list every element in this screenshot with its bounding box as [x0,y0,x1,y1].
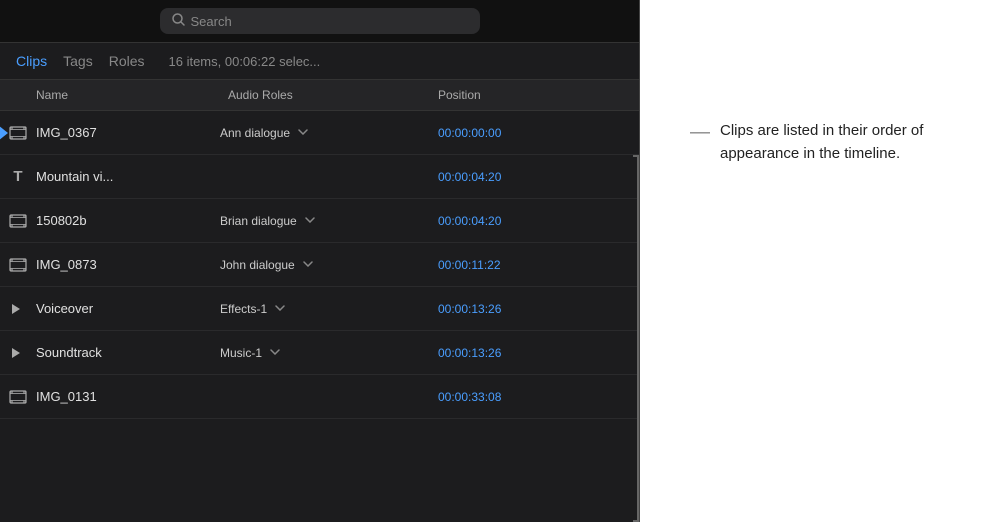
search-icon [172,13,185,29]
audio-icon [0,302,36,316]
audio-role-label: Effects-1 [220,302,267,316]
audio-role-label: Ann dialogue [220,126,290,140]
main-container: Search Clips Tags Roles 16 items, 00:06:… [0,0,1004,522]
search-bar: Search [0,0,639,43]
table-row[interactable]: 150802bBrian dialogue 00:00:04:20 [0,199,639,243]
tabs-bar: Clips Tags Roles 16 items, 00:06:22 sele… [0,43,639,80]
header-name: Name [0,86,220,104]
row-position: 00:00:04:20 [430,170,580,184]
row-audio-role[interactable]: Ann dialogue [220,126,430,140]
table-row[interactable]: IMG_0367Ann dialogue 00:00:00:00 [0,111,639,155]
row-position: 00:00:11:22 [430,258,580,272]
dropdown-arrow-icon[interactable] [298,127,308,138]
film-icon [0,390,36,404]
audio-icon [0,346,36,360]
dropdown-arrow-icon[interactable] [305,215,315,226]
search-placeholder: Search [191,14,232,29]
row-audio-role[interactable]: Brian dialogue [220,214,430,228]
row-clip-name: Mountain vi... [36,169,220,184]
table-row[interactable]: VoiceoverEffects-1 00:00:13:26 [0,287,639,331]
annotation-panel: — Clips are listed in their order of app… [640,0,1004,522]
row-clip-name: 150802b [36,213,220,228]
tab-tags[interactable]: Tags [63,51,93,71]
tab-clips[interactable]: Clips [16,51,47,71]
row-position: 00:00:00:00 [430,126,580,140]
audio-role-label: Music-1 [220,346,262,360]
row-clip-name: Soundtrack [36,345,220,360]
table-body: IMG_0367Ann dialogue 00:00:00:00 TMountain… [0,111,639,522]
row-position: 00:00:13:26 [430,302,580,316]
table-row[interactable]: IMG_0131 00:00:33:08 [0,375,639,419]
table-row[interactable]: SoundtrackMusic-1 00:00:13:26 [0,331,639,375]
audio-role-label: John dialogue [220,258,295,272]
row-position: 00:00:33:08 [430,390,580,404]
row-position: 00:00:04:20 [430,214,580,228]
film-icon [0,214,36,228]
tab-info: 16 items, 00:06:22 selec... [169,54,321,69]
table-header: Name Audio Roles Position [0,80,639,111]
row-clip-name: IMG_0131 [36,389,220,404]
row-clip-name: IMG_0873 [36,257,220,272]
row-audio-role[interactable]: John dialogue [220,258,430,272]
dropdown-arrow-icon[interactable] [275,303,285,314]
header-position: Position [430,86,580,104]
text-icon: T [0,168,36,185]
audio-role-label: Brian dialogue [220,214,297,228]
tab-roles[interactable]: Roles [109,51,145,71]
dropdown-arrow-icon[interactable] [270,347,280,358]
row-audio-role[interactable]: Music-1 [220,346,430,360]
row-clip-name: IMG_0367 [36,125,220,140]
film-icon [0,258,36,272]
row-audio-role[interactable]: Effects-1 [220,302,430,316]
dropdown-arrow-icon[interactable] [303,259,313,270]
table-row[interactable]: IMG_0873John dialogue 00:00:11:22 [0,243,639,287]
row-clip-name: Voiceover [36,301,220,316]
search-wrapper[interactable]: Search [160,8,480,34]
header-audio-roles: Audio Roles [220,86,430,104]
panel: Search Clips Tags Roles 16 items, 00:06:… [0,0,640,522]
timeline-indicator [0,125,8,141]
row-position: 00:00:13:26 [430,346,580,360]
table-row[interactable]: TMountain vi... 00:00:04:20 [0,155,639,199]
annotation-text: Clips are listed in their order of appea… [720,120,974,165]
